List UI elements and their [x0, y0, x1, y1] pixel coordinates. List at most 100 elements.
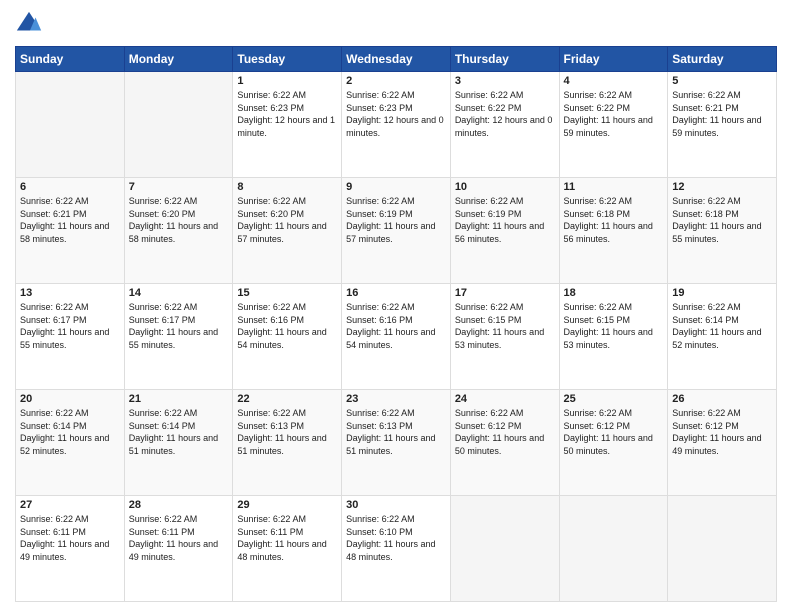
calendar-cell: 17 Sunrise: 6:22 AM Sunset: 6:15 PM Dayli… [450, 284, 559, 390]
calendar-header-row: SundayMondayTuesdayWednesdayThursdayFrid… [16, 47, 777, 72]
day-info: Sunrise: 6:22 AM Sunset: 6:18 PM Dayligh… [564, 195, 664, 245]
calendar-cell: 19 Sunrise: 6:22 AM Sunset: 6:14 PM Dayli… [668, 284, 777, 390]
calendar-cell: 12 Sunrise: 6:22 AM Sunset: 6:18 PM Dayli… [668, 178, 777, 284]
day-info: Sunrise: 6:22 AM Sunset: 6:12 PM Dayligh… [455, 407, 555, 457]
day-info: Sunrise: 6:22 AM Sunset: 6:17 PM Dayligh… [20, 301, 120, 351]
day-info: Sunrise: 6:22 AM Sunset: 6:13 PM Dayligh… [346, 407, 446, 457]
day-number: 23 [346, 393, 446, 405]
day-header-thursday: Thursday [450, 47, 559, 72]
calendar-cell: 22 Sunrise: 6:22 AM Sunset: 6:13 PM Dayli… [233, 390, 342, 496]
day-number: 4 [564, 75, 664, 87]
day-number: 27 [20, 499, 120, 511]
day-number: 19 [672, 287, 772, 299]
day-info: Sunrise: 6:22 AM Sunset: 6:22 PM Dayligh… [455, 89, 555, 139]
day-number: 8 [237, 181, 337, 193]
day-info: Sunrise: 6:22 AM Sunset: 6:11 PM Dayligh… [129, 513, 229, 563]
day-info: Sunrise: 6:22 AM Sunset: 6:16 PM Dayligh… [346, 301, 446, 351]
calendar-cell: 9 Sunrise: 6:22 AM Sunset: 6:19 PM Daylig… [342, 178, 451, 284]
day-info: Sunrise: 6:22 AM Sunset: 6:14 PM Dayligh… [20, 407, 120, 457]
day-number: 18 [564, 287, 664, 299]
day-info: Sunrise: 6:22 AM Sunset: 6:13 PM Dayligh… [237, 407, 337, 457]
day-info: Sunrise: 6:22 AM Sunset: 6:23 PM Dayligh… [346, 89, 446, 139]
week-row-5: 27 Sunrise: 6:22 AM Sunset: 6:11 PM Dayli… [16, 496, 777, 602]
calendar-cell: 20 Sunrise: 6:22 AM Sunset: 6:14 PM Dayli… [16, 390, 125, 496]
header [15, 10, 777, 38]
calendar-cell: 25 Sunrise: 6:22 AM Sunset: 6:12 PM Dayli… [559, 390, 668, 496]
day-header-saturday: Saturday [668, 47, 777, 72]
day-info: Sunrise: 6:22 AM Sunset: 6:14 PM Dayligh… [672, 301, 772, 351]
week-row-1: 1Sunrise: 6:22 AM Sunset: 6:23 PM Daylig… [16, 72, 777, 178]
calendar-cell: 8 Sunrise: 6:22 AM Sunset: 6:20 PM Daylig… [233, 178, 342, 284]
page: SundayMondayTuesdayWednesdayThursdayFrid… [0, 0, 792, 612]
day-info: Sunrise: 6:22 AM Sunset: 6:11 PM Dayligh… [237, 513, 337, 563]
day-number: 9 [346, 181, 446, 193]
day-number: 13 [20, 287, 120, 299]
calendar-cell: 28 Sunrise: 6:22 AM Sunset: 6:11 PM Dayli… [124, 496, 233, 602]
day-info: Sunrise: 6:22 AM Sunset: 6:23 PM Dayligh… [237, 89, 337, 139]
day-number: 14 [129, 287, 229, 299]
calendar-cell: 1Sunrise: 6:22 AM Sunset: 6:23 PM Daylig… [233, 72, 342, 178]
calendar-table: SundayMondayTuesdayWednesdayThursdayFrid… [15, 46, 777, 602]
calendar-cell [450, 496, 559, 602]
day-info: Sunrise: 6:22 AM Sunset: 6:12 PM Dayligh… [564, 407, 664, 457]
day-info: Sunrise: 6:22 AM Sunset: 6:20 PM Dayligh… [129, 195, 229, 245]
day-header-monday: Monday [124, 47, 233, 72]
day-number: 3 [455, 75, 555, 87]
calendar-cell: 4Sunrise: 6:22 AM Sunset: 6:22 PM Daylig… [559, 72, 668, 178]
calendar-cell: 5Sunrise: 6:22 AM Sunset: 6:21 PM Daylig… [668, 72, 777, 178]
day-number: 24 [455, 393, 555, 405]
calendar-cell [124, 72, 233, 178]
day-number: 30 [346, 499, 446, 511]
calendar-cell: 27 Sunrise: 6:22 AM Sunset: 6:11 PM Dayli… [16, 496, 125, 602]
day-number: 21 [129, 393, 229, 405]
day-info: Sunrise: 6:22 AM Sunset: 6:10 PM Dayligh… [346, 513, 446, 563]
calendar-cell: 24 Sunrise: 6:22 AM Sunset: 6:12 PM Dayli… [450, 390, 559, 496]
day-info: Sunrise: 6:22 AM Sunset: 6:21 PM Dayligh… [20, 195, 120, 245]
day-number: 2 [346, 75, 446, 87]
day-info: Sunrise: 6:22 AM Sunset: 6:18 PM Dayligh… [672, 195, 772, 245]
calendar-cell: 26 Sunrise: 6:22 AM Sunset: 6:12 PM Dayli… [668, 390, 777, 496]
calendar-cell: 15Sunrise: 6:22 AM Sunset: 6:16 PM Dayli… [233, 284, 342, 390]
calendar-cell: 14Sunrise: 6:22 AM Sunset: 6:17 PM Dayli… [124, 284, 233, 390]
logo-icon [15, 10, 43, 38]
day-number: 12 [672, 181, 772, 193]
day-info: Sunrise: 6:22 AM Sunset: 6:19 PM Dayligh… [346, 195, 446, 245]
day-info: Sunrise: 6:22 AM Sunset: 6:15 PM Dayligh… [455, 301, 555, 351]
day-number: 6 [20, 181, 120, 193]
day-header-tuesday: Tuesday [233, 47, 342, 72]
day-number: 29 [237, 499, 337, 511]
calendar-cell: 23 Sunrise: 6:22 AM Sunset: 6:13 PM Dayli… [342, 390, 451, 496]
day-number: 15 [237, 287, 337, 299]
day-number: 11 [564, 181, 664, 193]
calendar-cell [559, 496, 668, 602]
day-number: 25 [564, 393, 664, 405]
calendar-cell: 7 Sunrise: 6:22 AM Sunset: 6:20 PM Daylig… [124, 178, 233, 284]
calendar-cell: 16 Sunrise: 6:22 AM Sunset: 6:16 PM Dayli… [342, 284, 451, 390]
calendar-cell: 18 Sunrise: 6:22 AM Sunset: 6:15 PM Dayli… [559, 284, 668, 390]
week-row-2: 6 Sunrise: 6:22 AM Sunset: 6:21 PM Daylig… [16, 178, 777, 284]
calendar-cell: 21Sunrise: 6:22 AM Sunset: 6:14 PM Dayli… [124, 390, 233, 496]
calendar-cell: 10Sunrise: 6:22 AM Sunset: 6:19 PM Dayli… [450, 178, 559, 284]
day-header-sunday: Sunday [16, 47, 125, 72]
day-info: Sunrise: 6:22 AM Sunset: 6:11 PM Dayligh… [20, 513, 120, 563]
day-info: Sunrise: 6:22 AM Sunset: 6:20 PM Dayligh… [237, 195, 337, 245]
day-info: Sunrise: 6:22 AM Sunset: 6:19 PM Dayligh… [455, 195, 555, 245]
day-number: 22 [237, 393, 337, 405]
calendar-cell: 29 Sunrise: 6:22 AM Sunset: 6:11 PM Dayli… [233, 496, 342, 602]
week-row-4: 20 Sunrise: 6:22 AM Sunset: 6:14 PM Dayli… [16, 390, 777, 496]
logo [15, 10, 47, 38]
calendar-cell: 13 Sunrise: 6:22 AM Sunset: 6:17 PM Dayli… [16, 284, 125, 390]
day-number: 17 [455, 287, 555, 299]
day-number: 20 [20, 393, 120, 405]
calendar-cell: 6 Sunrise: 6:22 AM Sunset: 6:21 PM Daylig… [16, 178, 125, 284]
day-number: 5 [672, 75, 772, 87]
day-number: 7 [129, 181, 229, 193]
calendar-cell: 11 Sunrise: 6:22 AM Sunset: 6:18 PM Dayli… [559, 178, 668, 284]
day-info: Sunrise: 6:22 AM Sunset: 6:12 PM Dayligh… [672, 407, 772, 457]
day-header-wednesday: Wednesday [342, 47, 451, 72]
week-row-3: 13 Sunrise: 6:22 AM Sunset: 6:17 PM Dayli… [16, 284, 777, 390]
day-number: 16 [346, 287, 446, 299]
day-number: 26 [672, 393, 772, 405]
day-info: Sunrise: 6:22 AM Sunset: 6:15 PM Dayligh… [564, 301, 664, 351]
day-number: 28 [129, 499, 229, 511]
